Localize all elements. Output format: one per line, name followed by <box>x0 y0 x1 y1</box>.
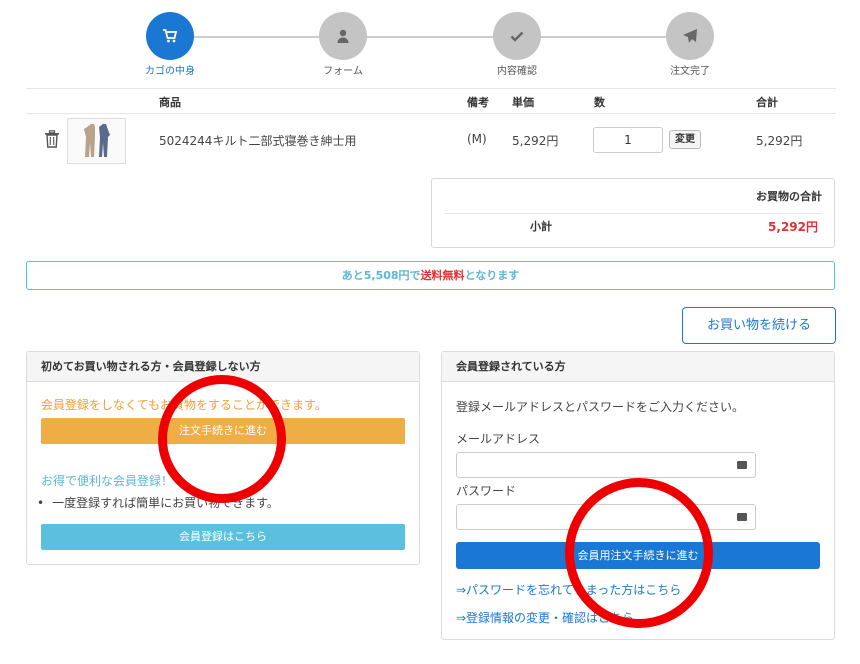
order-summary: お買物の合計 小計 5,292円 <box>431 178 835 248</box>
send-icon <box>666 12 714 60</box>
header-qty: 数 <box>594 96 605 109</box>
member-panel-title: 会員登録されている方 <box>442 352 834 382</box>
product-note: (M) <box>467 132 487 146</box>
product-thumbnail[interactable] <box>67 118 126 164</box>
email-field[interactable] <box>456 452 756 478</box>
register-button[interactable]: 会員登録はこちら <box>41 524 405 550</box>
cart-item-row: 5024244キルト二部式寝巻き紳士用 (M) 5,292円 変更 5,292円 <box>26 114 836 166</box>
continue-shopping-button[interactable]: お買い物を続ける <box>682 307 836 344</box>
step-label-confirm: 内容確認 <box>497 66 537 77</box>
step-label-cart: カゴの中身 <box>145 66 195 77</box>
cart-table: 商品 備考 単価 数 合計 5024244キルト二部式寝巻き紳士用 (M) 5,… <box>26 88 836 166</box>
annotation-circle-member-order <box>565 478 713 628</box>
shipping-prefix: あと5,508円で <box>341 269 421 282</box>
quantity-input[interactable] <box>593 127 663 153</box>
product-image <box>83 124 110 157</box>
product-name[interactable]: 5024244キルト二部式寝巻き紳士用 <box>159 132 356 149</box>
cart-icon <box>146 12 194 60</box>
password-label: パスワード <box>456 484 517 498</box>
annotation-circle-guest-order <box>158 375 286 503</box>
shipping-highlight: 送料無料 <box>420 269 465 282</box>
product-unit-price: 5,292円 <box>512 134 559 148</box>
header-note: 備考 <box>467 96 489 109</box>
step-complete: 注文完了 <box>640 12 740 77</box>
email-label: メールアドレス <box>456 432 541 446</box>
member-intro: 登録メールアドレスとパスワードをご入力ください。 <box>456 400 745 414</box>
step-label-form: フォーム <box>323 66 363 77</box>
summary-title: お買物の合計 <box>756 190 822 203</box>
checkout-steps: カゴの中身 フォーム 内容確認 注文完了 <box>0 0 860 80</box>
change-quantity-button[interactable]: 変更 <box>669 130 701 149</box>
free-shipping-banner: あと5,508円で送料無料となります <box>26 261 835 290</box>
shipping-suffix: となります <box>464 269 520 282</box>
step-label-complete: 注文完了 <box>670 66 710 77</box>
keyboard-icon <box>737 513 747 521</box>
step-form: フォーム <box>293 12 393 77</box>
steps-connector <box>170 36 690 38</box>
step-cart: カゴの中身 <box>120 12 220 77</box>
keyboard-icon <box>737 461 747 469</box>
header-product: 商品 <box>159 96 181 109</box>
trash-icon[interactable] <box>44 130 60 148</box>
member-benefit-text: お得で便利な会員登録！ <box>41 474 174 488</box>
header-unit-price: 単価 <box>512 96 534 109</box>
subtotal-value: 5,292円 <box>768 220 818 234</box>
check-icon <box>493 12 541 60</box>
product-total: 5,292円 <box>756 134 803 148</box>
step-confirm: 内容確認 <box>467 12 567 77</box>
header-total: 合計 <box>756 96 778 109</box>
user-icon <box>319 12 367 60</box>
cart-table-header: 商品 備考 単価 数 合計 <box>26 88 836 114</box>
subtotal-label: 小計 <box>530 220 552 233</box>
summary-divider <box>444 213 822 214</box>
